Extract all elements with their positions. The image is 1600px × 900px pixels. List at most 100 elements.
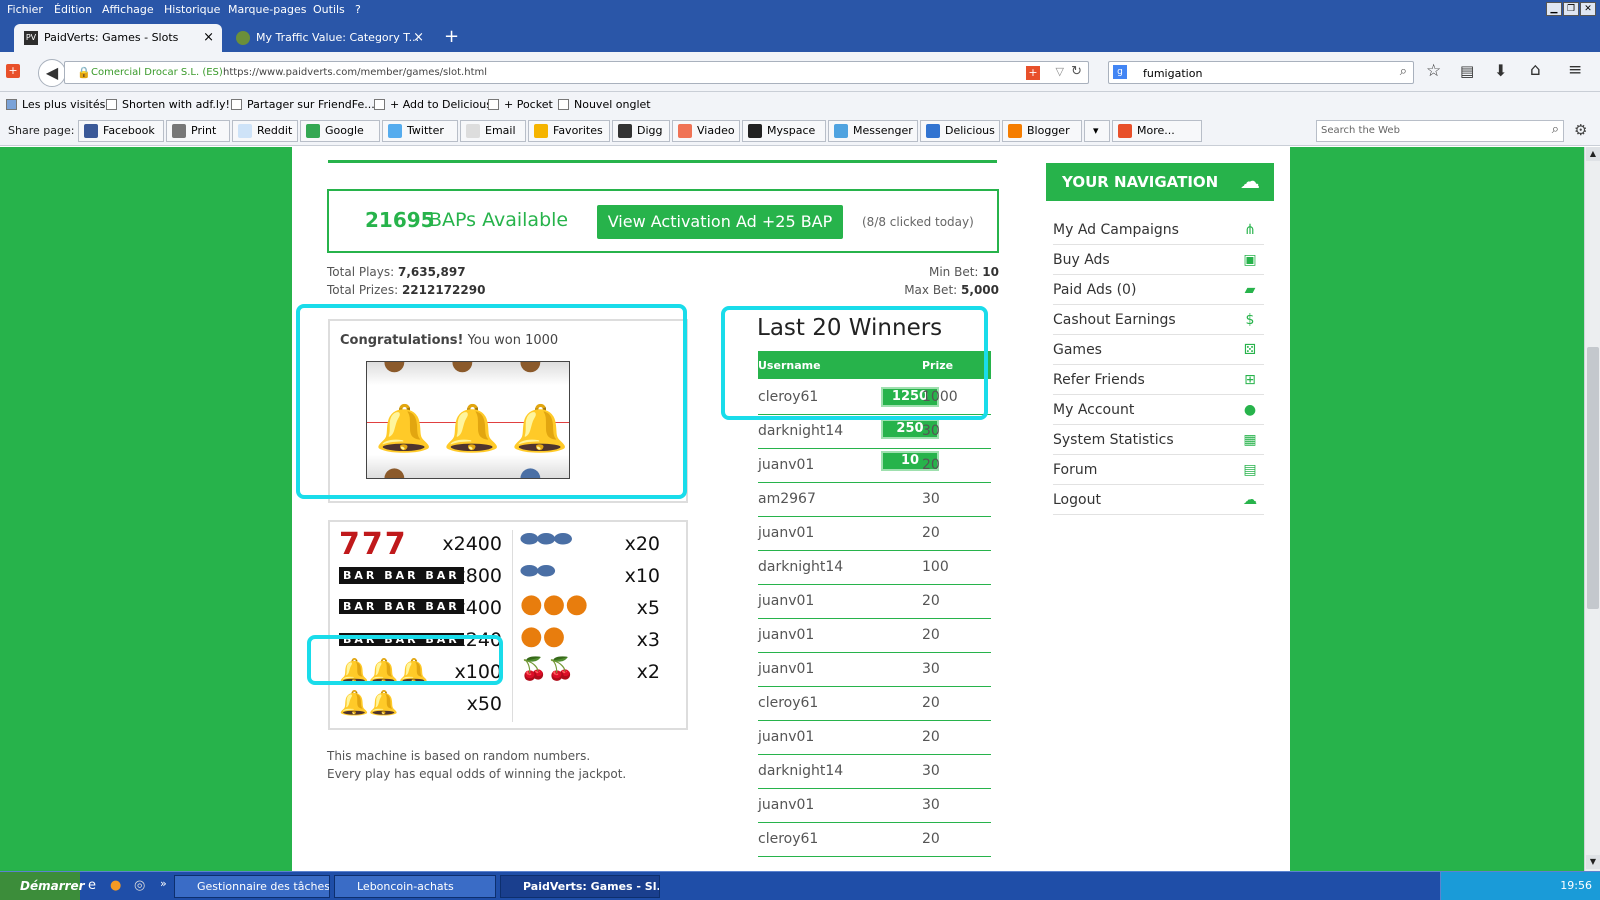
share-reddit-button[interactable]: Reddit (232, 120, 298, 142)
table-row: juanv01 20 (758, 619, 991, 653)
total-plays: Total Plays: 7,635,897 (327, 265, 466, 279)
share-twitter-button[interactable]: Twitter (382, 120, 458, 142)
minimize-icon[interactable]: ▁ (1546, 2, 1562, 16)
messenger-icon (834, 124, 848, 138)
download-icon[interactable]: ⬇ (1494, 61, 1507, 80)
url-bar[interactable]: 🔒 Comercial Drocar S.L. (ES) https://www… (64, 61, 1089, 84)
nav-item-logout[interactable]: Logout ☁ (1053, 485, 1264, 515)
bookmark-most-visited[interactable]: Les plus visités (6, 98, 105, 111)
globe-icon (236, 31, 250, 45)
addon-url-icon[interactable]: + (1026, 66, 1040, 80)
nav-item-buy-ads[interactable]: Buy Ads ▣ (1053, 245, 1264, 275)
dropdown-icon[interactable]: ▽ (1056, 65, 1064, 78)
share-email-button[interactable]: Email (460, 120, 526, 142)
menu-historique[interactable]: Historique (164, 3, 220, 16)
chrome-icon[interactable]: ◎ (134, 878, 145, 893)
star-icon[interactable]: ☆ (1426, 61, 1441, 81)
nav-item-my-ad-campaigns[interactable]: My Ad Campaigns ⋔ (1053, 215, 1264, 245)
close-icon[interactable]: ✕ (1580, 2, 1596, 16)
url-text[interactable]: https://www.paidverts.com/member/games/s… (223, 67, 487, 78)
bookmark-delicious[interactable]: + Add to Delicious (374, 98, 492, 111)
view-activation-ad-button[interactable]: View Activation Ad +25 BAP (597, 205, 843, 239)
table-row: juanv01 20 (758, 517, 991, 551)
cart-icon: ▣ (1243, 252, 1257, 268)
nav-item-refer-friends[interactable]: Refer Friends ⊞ (1053, 365, 1264, 395)
share-toolbar: Share page: Facebook Print Reddit Google… (0, 116, 1600, 146)
share-print-button[interactable]: Print (166, 120, 230, 142)
share-more-button[interactable]: More... (1112, 120, 1202, 142)
share-dropdown-button[interactable]: ▾ (1084, 120, 1110, 142)
menu-fichier[interactable]: Fichier (7, 3, 43, 16)
share-google-button[interactable]: Google (300, 120, 380, 142)
menu-marque-pages[interactable]: Marque-pages (228, 3, 306, 16)
gear-icon[interactable]: ⚙ (1574, 121, 1587, 139)
firefox-icon[interactable]: ● (110, 878, 121, 893)
close-tab-icon[interactable]: × (203, 24, 214, 52)
back-button[interactable]: ◀ (38, 59, 66, 87)
search-input[interactable]: fumigation (1143, 67, 1202, 80)
task-leboncoin[interactable]: Leboncoin-achats (334, 875, 496, 898)
share-blogger-button[interactable]: Blogger (1002, 120, 1082, 142)
nav-item-forum[interactable]: Forum ▤ (1053, 455, 1264, 485)
search-bar[interactable]: g fumigation ⌕ (1108, 61, 1414, 84)
addon-icon[interactable]: + (6, 64, 20, 78)
home-icon[interactable]: ⌂ (1530, 60, 1541, 80)
restore-icon[interactable]: ❐ (1563, 2, 1579, 16)
nav-item-label: System Statistics (1053, 432, 1174, 448)
google-icon[interactable]: g (1113, 65, 1127, 79)
winner-username: juanv01 (758, 627, 815, 643)
nav-item-games[interactable]: Games ⚄ (1053, 335, 1264, 365)
winner-username: cleroy61 (758, 695, 819, 711)
task-paidverts[interactable]: PaidVerts: Games - Sl... (500, 875, 660, 898)
menu-help[interactable]: ? (355, 3, 361, 16)
share-messenger-button[interactable]: Messenger (828, 120, 918, 142)
share-facebook-button[interactable]: Facebook (78, 120, 164, 142)
search-icon[interactable]: ⌕ (1400, 64, 1407, 79)
task-gestionnaire[interactable]: Gestionnaire des tâches ... (174, 875, 330, 898)
winner-username: juanv01 (758, 593, 815, 609)
overflow-icon[interactable]: » (160, 877, 167, 890)
share-viadeo-button[interactable]: Viadeo (672, 120, 740, 142)
ie-icon[interactable]: e (88, 878, 96, 893)
sitemap-icon: ⊞ (1244, 372, 1256, 388)
scroll-up-icon[interactable]: ▲ (1586, 147, 1600, 161)
share-myspace-button[interactable]: Myspace (742, 120, 826, 142)
tab-mytrafficvalue[interactable]: My Traffic Value: Category T... × (226, 24, 432, 52)
user-icon: ● (1243, 402, 1257, 418)
reading-list-icon[interactable]: ▤ (1460, 62, 1474, 80)
winner-prize: 30 (922, 491, 940, 507)
bookmark-new-tab[interactable]: Nouvel onglet (558, 98, 651, 111)
nav-item-label: Logout (1053, 492, 1101, 508)
nav-item-label: Forum (1053, 462, 1098, 478)
nav-item-system-statistics[interactable]: System Statistics ▦ (1053, 425, 1264, 455)
nav-item-my-account[interactable]: My Account ● (1053, 395, 1264, 425)
cloud-upload-icon: ☁ (1243, 492, 1257, 508)
new-tab-icon[interactable]: + (444, 26, 459, 47)
scrollbar[interactable]: ▲ ▼ (1584, 147, 1600, 871)
menu-affichage[interactable]: Affichage (102, 3, 154, 16)
table-row: juanv01 20 (758, 585, 991, 619)
bookmark-adfly[interactable]: Shorten with adf.ly! (106, 98, 230, 111)
nav-item-paid-ads-0[interactable]: Paid Ads (0) ▰ (1053, 275, 1264, 305)
share-digg-button[interactable]: Digg (612, 120, 670, 142)
menu-outils[interactable]: Outils (313, 3, 345, 16)
start-button[interactable]: Démarrer (0, 872, 85, 900)
menu-icon[interactable]: ≡ (1568, 60, 1582, 80)
site-identity[interactable]: Comercial Drocar S.L. (ES) (91, 67, 223, 78)
nav-item-cashout-earnings[interactable]: Cashout Earnings $ (1053, 305, 1264, 335)
reload-icon[interactable]: ↻ (1071, 64, 1082, 79)
menu-edition[interactable]: Édition (54, 3, 92, 16)
tab-paidverts[interactable]: PV PaidVerts: Games - Slots × (14, 24, 222, 52)
scroll-down-icon[interactable]: ▼ (1586, 855, 1600, 869)
paytable-divider (512, 530, 513, 722)
close-tab-icon[interactable]: × (413, 24, 424, 52)
search-icon[interactable]: ⌕ (1552, 122, 1559, 137)
share-label: Share page: (8, 124, 75, 137)
table-row: darknight14 30 (758, 415, 991, 449)
scroll-thumb[interactable] (1587, 347, 1599, 609)
share-favorites-button[interactable]: Favorites (528, 120, 610, 142)
bookmark-friendfeed[interactable]: Partager sur FriendFe... (231, 98, 375, 111)
bookmark-pocket[interactable]: + Pocket (488, 98, 553, 111)
web-search-input[interactable]: Search the Web ⌕ (1316, 120, 1564, 142)
share-delicious-button[interactable]: Delicious (920, 120, 1000, 142)
